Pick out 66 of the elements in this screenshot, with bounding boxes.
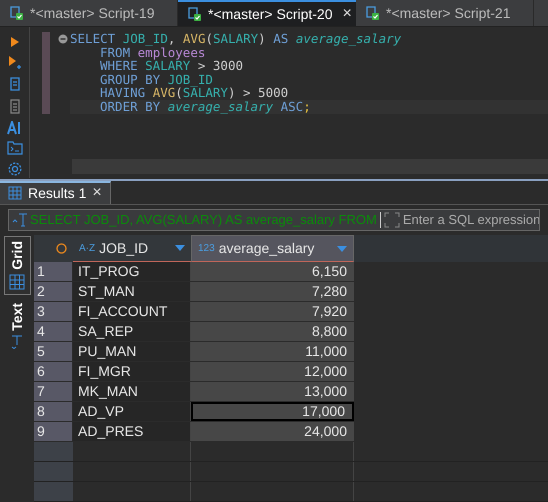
row-number: 4: [34, 322, 73, 341]
script-icon[interactable]: [8, 77, 22, 93]
ai-icon[interactable]: [6, 121, 22, 135]
code-line: SELECT JOB_ID, AVG(SALARY) AS average_salary: [70, 32, 402, 46]
grid-icon: [8, 186, 22, 200]
table-cell: IT_PROG: [73, 262, 191, 281]
code-line: WHERE SALARY > 3000: [99, 59, 244, 73]
close-icon[interactable]: ×: [342, 2, 352, 26]
type-label: A·Z: [79, 242, 96, 256]
row-number: 7: [34, 382, 73, 401]
code-line: FROM employees: [99, 46, 206, 60]
table-cell[interactable]: 7,280: [191, 282, 354, 301]
row-number: 6: [34, 362, 73, 381]
run-icon[interactable]: [8, 35, 20, 49]
column-name: JOB_ID: [99, 238, 148, 258]
table-cell[interactable]: 11,000: [191, 342, 354, 361]
text-cursor-icon: [11, 334, 23, 349]
view-tab-label: Grid: [8, 241, 26, 270]
editor-tab[interactable]: *<master> Script-20 ×: [178, 0, 356, 26]
table-cell: FI_MGR: [73, 362, 191, 381]
table-cell: AD_PRES: [73, 422, 191, 441]
dropdown-icon[interactable]: [175, 245, 185, 251]
row-number: 1: [34, 262, 73, 281]
table-cell: ST_MAN: [73, 282, 191, 301]
grid-icon: [9, 274, 25, 290]
code-line: GROUP BY JOB_ID: [99, 72, 214, 86]
script-icon: [364, 5, 380, 21]
row-number: 5: [34, 342, 73, 361]
table-cell[interactable]: 13,000: [191, 382, 354, 401]
table-cell[interactable]: 12,000: [191, 362, 354, 381]
script-icon: [8, 5, 24, 21]
results-tab[interactable]: Results 1 ×: [0, 180, 111, 204]
close-icon[interactable]: ×: [92, 181, 102, 206]
document-icon[interactable]: [8, 99, 22, 115]
column-header[interactable]: 123 average_salary: [191, 235, 354, 262]
row-number: 8: [34, 402, 73, 421]
collapse-icon[interactable]: [58, 34, 68, 44]
table-cell: FI_ACCOUNT: [73, 302, 191, 321]
table-cell[interactable]: 24,000: [191, 422, 354, 441]
table-cell[interactable]: 17,000: [191, 402, 354, 421]
table-cell: SA_REP: [73, 322, 191, 341]
run-plus-icon[interactable]: [8, 55, 22, 71]
view-tab[interactable]: Text: [4, 298, 30, 353]
editor-tab[interactable]: *<master> Script-21: [356, 0, 534, 26]
code-line: HAVING AVG(SALARY) > 5000: [99, 86, 290, 100]
table-cell: AD_VP: [73, 402, 191, 421]
tab-label: Results 1: [28, 184, 86, 203]
type-label: 123: [198, 242, 215, 256]
column-name: average_salary: [218, 239, 314, 258]
table-cell[interactable]: 6,150: [191, 262, 354, 281]
script-icon: [186, 6, 202, 22]
table-cell: MK_MAN: [73, 382, 191, 401]
tab-label: *<master> Script-19: [30, 4, 154, 23]
tab-label: *<master> Script-20: [208, 4, 332, 24]
view-tab[interactable]: Grid: [4, 236, 30, 295]
table-cell: PU_MAN: [73, 342, 191, 361]
terminal-icon[interactable]: [6, 141, 22, 155]
row-number: 2: [34, 282, 73, 301]
table-cell[interactable]: 8,800: [191, 322, 354, 341]
tab-label: *<master> Script-21: [386, 4, 510, 23]
view-tab-label: Text: [8, 302, 26, 331]
settings-icon[interactable]: [6, 161, 22, 177]
table-cell[interactable]: 7,920: [191, 302, 354, 321]
row-number: 3: [34, 302, 73, 321]
circle-icon: [56, 243, 67, 254]
row-number: 9: [34, 422, 73, 441]
